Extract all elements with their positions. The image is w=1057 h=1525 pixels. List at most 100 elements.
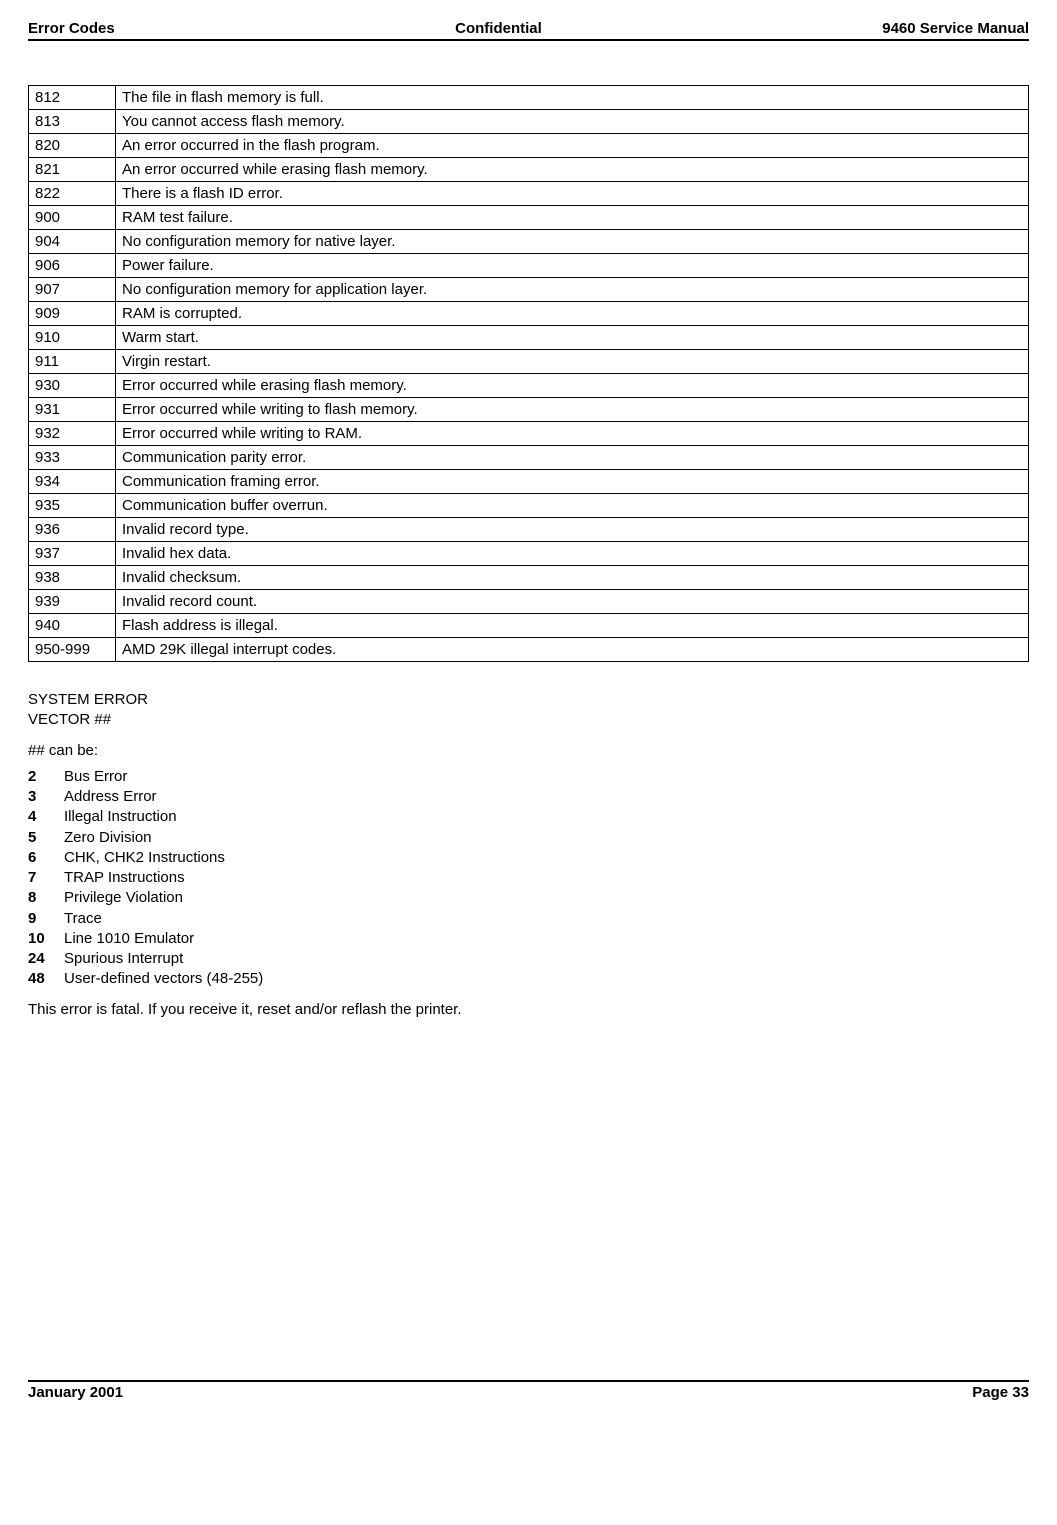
error-code-cell: 931 bbox=[29, 398, 116, 422]
list-item: 7TRAP Instructions bbox=[28, 868, 263, 888]
error-code-cell: 822 bbox=[29, 182, 116, 206]
vector-desc: TRAP Instructions bbox=[64, 868, 263, 888]
error-code-cell: 934 bbox=[29, 470, 116, 494]
error-code-cell: 940 bbox=[29, 614, 116, 638]
error-code-cell: 935 bbox=[29, 494, 116, 518]
error-desc-cell: Communication parity error. bbox=[116, 446, 1029, 470]
table-row: 932Error occurred while writing to RAM. bbox=[29, 422, 1029, 446]
error-desc-cell: Error occurred while erasing flash memor… bbox=[116, 374, 1029, 398]
error-code-cell: 911 bbox=[29, 350, 116, 374]
error-desc-cell: Flash address is illegal. bbox=[116, 614, 1029, 638]
error-code-cell: 910 bbox=[29, 326, 116, 350]
table-row: 813You cannot access flash memory. bbox=[29, 110, 1029, 134]
table-row: 931Error occurred while writing to flash… bbox=[29, 398, 1029, 422]
vector-desc: Line 1010 Emulator bbox=[64, 929, 263, 949]
error-desc-cell: RAM test failure. bbox=[116, 206, 1029, 230]
list-item: 24Spurious Interrupt bbox=[28, 949, 263, 969]
error-code-cell: 938 bbox=[29, 566, 116, 590]
error-desc-cell: Virgin restart. bbox=[116, 350, 1029, 374]
closing-note: This error is fatal. If you receive it, … bbox=[28, 1000, 1029, 1020]
page-header: Error Codes Confidential 9460 Service Ma… bbox=[28, 20, 1029, 41]
vector-number: 24 bbox=[28, 949, 64, 969]
list-item: 9Trace bbox=[28, 909, 263, 929]
page-footer: January 2001 Page 33 bbox=[28, 1380, 1029, 1401]
error-desc-cell: No configuration memory for application … bbox=[116, 278, 1029, 302]
list-item: 8Privilege Violation bbox=[28, 888, 263, 908]
vector-number: 2 bbox=[28, 767, 64, 787]
system-error-section: SYSTEM ERROR VECTOR ## ## can be: 2Bus E… bbox=[28, 690, 1029, 1020]
vector-desc: Zero Division bbox=[64, 828, 263, 848]
table-row: 904No configuration memory for native la… bbox=[29, 230, 1029, 254]
error-code-cell: 813 bbox=[29, 110, 116, 134]
error-code-cell: 821 bbox=[29, 158, 116, 182]
table-row: 910Warm start. bbox=[29, 326, 1029, 350]
error-code-cell: 939 bbox=[29, 590, 116, 614]
vector-number: 3 bbox=[28, 787, 64, 807]
vector-number: 7 bbox=[28, 868, 64, 888]
list-item: 48User-defined vectors (48-255) bbox=[28, 969, 263, 989]
vector-desc: Address Error bbox=[64, 787, 263, 807]
vector-number: 6 bbox=[28, 848, 64, 868]
error-desc-cell: Invalid record type. bbox=[116, 518, 1029, 542]
error-code-cell: 933 bbox=[29, 446, 116, 470]
table-row: 820An error occurred in the flash progra… bbox=[29, 134, 1029, 158]
error-desc-cell: You cannot access flash memory. bbox=[116, 110, 1029, 134]
vector-number: 5 bbox=[28, 828, 64, 848]
vector-desc: Spurious Interrupt bbox=[64, 949, 263, 969]
vector-desc: User-defined vectors (48-255) bbox=[64, 969, 263, 989]
table-row: 937Invalid hex data. bbox=[29, 542, 1029, 566]
error-desc-cell: Error occurred while writing to RAM. bbox=[116, 422, 1029, 446]
footer-left: January 2001 bbox=[28, 1384, 123, 1401]
system-error-heading-line2: VECTOR ## bbox=[28, 710, 1029, 730]
error-code-cell: 909 bbox=[29, 302, 116, 326]
vector-desc: Privilege Violation bbox=[64, 888, 263, 908]
table-row: 935Communication buffer overrun. bbox=[29, 494, 1029, 518]
error-code-cell: 907 bbox=[29, 278, 116, 302]
error-desc-cell: Invalid record count. bbox=[116, 590, 1029, 614]
error-desc-cell: No configuration memory for native layer… bbox=[116, 230, 1029, 254]
table-row: 950-999AMD 29K illegal interrupt codes. bbox=[29, 638, 1029, 662]
table-row: 900RAM test failure. bbox=[29, 206, 1029, 230]
header-center: Confidential bbox=[115, 20, 883, 37]
error-code-cell: 950-999 bbox=[29, 638, 116, 662]
error-desc-cell: The file in flash memory is full. bbox=[116, 86, 1029, 110]
vector-desc: Bus Error bbox=[64, 767, 263, 787]
header-left: Error Codes bbox=[28, 20, 115, 37]
header-right: 9460 Service Manual bbox=[882, 20, 1029, 37]
can-be-label: ## can be: bbox=[28, 741, 1029, 761]
error-codes-table: 812The file in flash memory is full.813Y… bbox=[28, 85, 1029, 662]
table-row: 934Communication framing error. bbox=[29, 470, 1029, 494]
vector-number: 9 bbox=[28, 909, 64, 929]
table-row: 940Flash address is illegal. bbox=[29, 614, 1029, 638]
error-desc-cell: Communication framing error. bbox=[116, 470, 1029, 494]
error-code-cell: 904 bbox=[29, 230, 116, 254]
error-desc-cell: AMD 29K illegal interrupt codes. bbox=[116, 638, 1029, 662]
table-row: 933Communication parity error. bbox=[29, 446, 1029, 470]
error-desc-cell: Error occurred while writing to flash me… bbox=[116, 398, 1029, 422]
error-code-cell: 812 bbox=[29, 86, 116, 110]
vector-desc: Trace bbox=[64, 909, 263, 929]
error-desc-cell: An error occurred while erasing flash me… bbox=[116, 158, 1029, 182]
system-error-heading-line1: SYSTEM ERROR bbox=[28, 690, 1029, 710]
list-item: 5Zero Division bbox=[28, 828, 263, 848]
table-row: 822There is a flash ID error. bbox=[29, 182, 1029, 206]
error-code-cell: 900 bbox=[29, 206, 116, 230]
vector-desc: Illegal Instruction bbox=[64, 807, 263, 827]
list-item: 4Illegal Instruction bbox=[28, 807, 263, 827]
table-row: 911Virgin restart. bbox=[29, 350, 1029, 374]
error-code-cell: 820 bbox=[29, 134, 116, 158]
error-desc-cell: RAM is corrupted. bbox=[116, 302, 1029, 326]
vector-desc: CHK, CHK2 Instructions bbox=[64, 848, 263, 868]
error-desc-cell: Invalid checksum. bbox=[116, 566, 1029, 590]
table-row: 939Invalid record count. bbox=[29, 590, 1029, 614]
list-item: 3Address Error bbox=[28, 787, 263, 807]
vector-number: 10 bbox=[28, 929, 64, 949]
error-desc-cell: Communication buffer overrun. bbox=[116, 494, 1029, 518]
list-item: 6CHK, CHK2 Instructions bbox=[28, 848, 263, 868]
table-row: 938Invalid checksum. bbox=[29, 566, 1029, 590]
error-desc-cell: Power failure. bbox=[116, 254, 1029, 278]
error-code-cell: 932 bbox=[29, 422, 116, 446]
error-code-cell: 936 bbox=[29, 518, 116, 542]
error-desc-cell: Invalid hex data. bbox=[116, 542, 1029, 566]
table-row: 936Invalid record type. bbox=[29, 518, 1029, 542]
